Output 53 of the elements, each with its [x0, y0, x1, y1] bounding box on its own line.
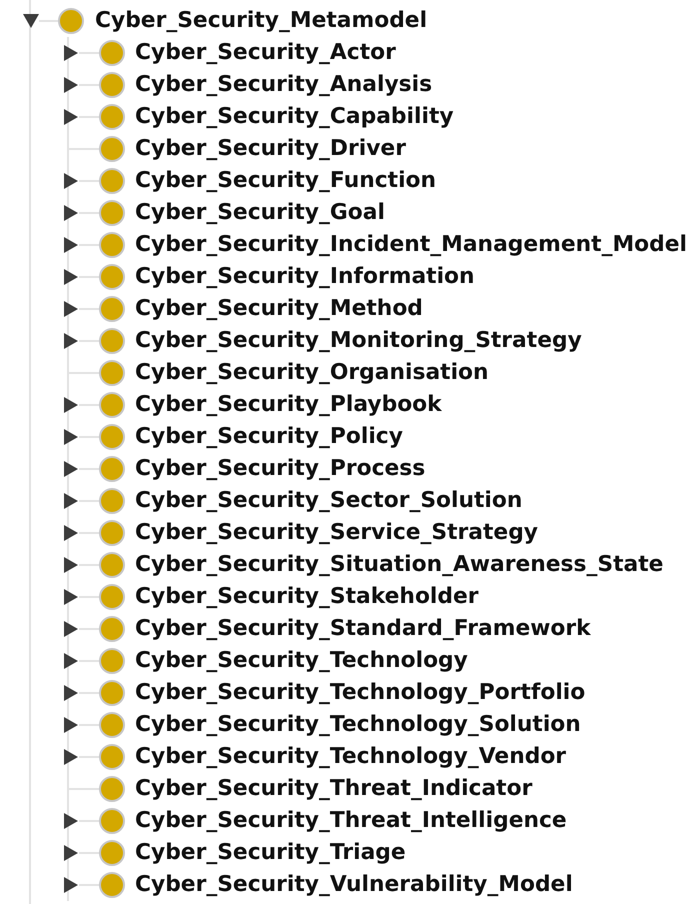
tree-item-label[interactable]: Cyber_Security_Actor [135, 42, 396, 64]
caret-right-icon[interactable] [63, 589, 79, 605]
caret-right-icon[interactable] [63, 653, 79, 669]
caret-right-icon[interactable] [63, 749, 79, 765]
tree-item-label[interactable]: Cyber_Security_Vulnerability_Model [135, 874, 573, 896]
caret-right-icon[interactable] [63, 205, 79, 221]
caret-right-icon[interactable] [63, 557, 79, 573]
caret-right-icon[interactable] [63, 813, 79, 829]
tree-item-label[interactable]: Cyber_Security_Policy [135, 426, 403, 448]
tree-item-label[interactable]: Cyber_Security_Stakeholder [135, 586, 479, 608]
tree-item-label[interactable]: Cyber_Security_Technology_Vendor [135, 746, 566, 768]
caret-right-icon[interactable] [63, 173, 79, 189]
tree-item-label[interactable]: Cyber_Security_Organisation [135, 362, 489, 384]
caret-right-icon[interactable] [63, 237, 79, 253]
tree-item-label[interactable]: Cyber_Security_Technology_Solution [135, 714, 581, 736]
tree-item-label[interactable]: Cyber_Security_Monitoring_Strategy [135, 330, 582, 352]
tree-item-label[interactable]: Cyber_Security_Service_Strategy [135, 522, 538, 544]
caret-right-icon[interactable] [63, 397, 79, 413]
tree-item-label[interactable]: Cyber_Security_Capability [135, 106, 454, 128]
caret-down-icon[interactable] [23, 13, 39, 29]
tree-item-label[interactable]: Cyber_Security_Situation_Awareness_State [135, 554, 664, 576]
caret-right-icon[interactable] [63, 269, 79, 285]
caret-right-icon[interactable] [63, 493, 79, 509]
caret-right-icon[interactable] [63, 845, 79, 861]
tree-item-label[interactable]: Cyber_Security_Metamodel [95, 10, 428, 32]
tree-item-label[interactable]: Cyber_Security_Sector_Solution [135, 490, 522, 512]
caret-right-icon[interactable] [63, 77, 79, 93]
caret-right-icon[interactable] [63, 621, 79, 637]
tree-item-label[interactable]: Cyber_Security_Playbook [135, 394, 442, 416]
tree-item-label[interactable]: Cyber_Security_Information [135, 266, 475, 288]
tree-item-label[interactable]: Cyber_Security_Technology_Portfolio [135, 682, 586, 704]
caret-right-icon[interactable] [63, 525, 79, 541]
caret-right-icon[interactable] [63, 109, 79, 125]
tree-item-label[interactable]: Cyber_Security_Standard_Framework [135, 618, 591, 640]
tree-item-label[interactable]: Cyber_Security_Goal [135, 202, 385, 224]
tree-item-label[interactable]: Cyber_Security_Triage [135, 842, 406, 864]
tree-item-label[interactable]: Cyber_Security_Function [135, 170, 436, 192]
tree-item-label[interactable]: Cyber_Security_Threat_Intelligence [135, 810, 567, 832]
caret-right-icon[interactable] [63, 333, 79, 349]
tree-item-label[interactable]: Cyber_Security_Threat_Indicator [135, 778, 532, 800]
caret-right-icon[interactable] [63, 685, 79, 701]
caret-right-icon[interactable] [63, 461, 79, 477]
caret-right-icon[interactable] [63, 301, 79, 317]
caret-right-icon[interactable] [63, 429, 79, 445]
tree-item-label[interactable]: Cyber_Security_Technology [135, 650, 468, 672]
tree-item-label[interactable]: Cyber_Security_Method [135, 298, 423, 320]
caret-right-icon[interactable] [63, 877, 79, 893]
tree-item-label[interactable]: Cyber_Security_Process [135, 458, 426, 480]
tree-item-label[interactable]: Cyber_Security_Incident_Management_Model [135, 234, 688, 256]
tree-item-label[interactable]: Cyber_Security_Driver [135, 138, 406, 160]
caret-right-icon[interactable] [63, 717, 79, 733]
tree-item-label[interactable]: Cyber_Security_Analysis [135, 74, 432, 96]
caret-right-icon[interactable] [63, 45, 79, 61]
